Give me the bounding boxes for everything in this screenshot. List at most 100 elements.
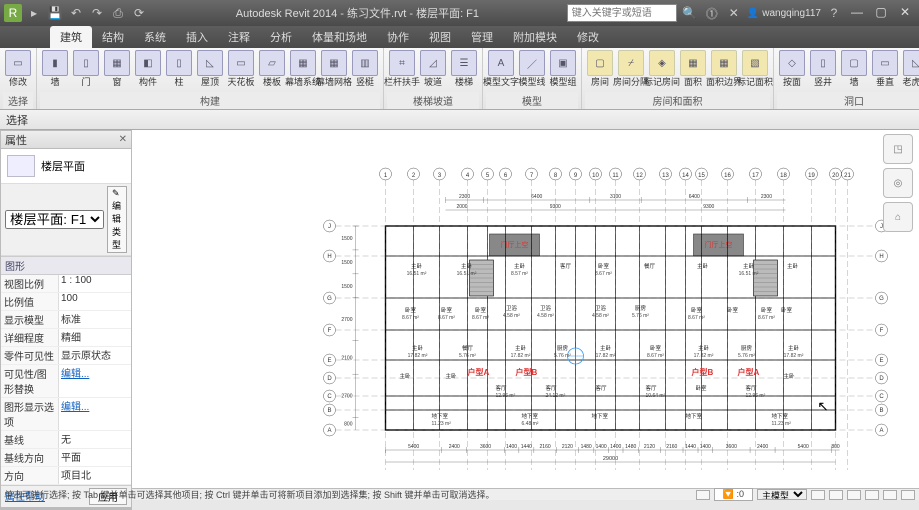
property-row: 零件可见性显示原状态	[1, 347, 131, 365]
ribbon-button[interactable]: ▧标记面积	[740, 50, 770, 87]
svg-text:G: G	[327, 296, 332, 302]
ribbon-tab-0[interactable]: 建筑	[50, 26, 92, 48]
svg-text:卫浴: 卫浴	[506, 304, 518, 312]
ribbon-button[interactable]: ▦幕墙系统	[288, 50, 318, 87]
status-icon[interactable]	[829, 490, 843, 500]
worksets-icon[interactable]	[696, 490, 710, 500]
ribbon-button[interactable]: ◺老虎窗	[901, 50, 919, 87]
ribbon-button[interactable]: ⌗栏杆扶手	[387, 50, 417, 87]
property-value[interactable]: 平面	[59, 449, 131, 466]
exchange-icon[interactable]: ✕	[725, 4, 743, 22]
close-icon[interactable]: ✕	[895, 5, 915, 21]
ribbon-button[interactable]: ◿坡道	[418, 50, 448, 87]
ribbon-button[interactable]: ▭垂直	[870, 50, 900, 87]
open-icon[interactable]: ▸	[25, 4, 43, 22]
svg-text:20: 20	[832, 173, 839, 179]
ribbon-button[interactable]: ▱楼板	[257, 50, 287, 87]
property-value[interactable]: 标准	[59, 311, 131, 328]
drawing-area[interactable]: ◳ ◎ ⌂ ↖ 门厅上空门厅上空123456789101112131415161…	[132, 130, 919, 488]
ribbon-button[interactable]: ◺屋顶	[195, 50, 225, 87]
ribbon-label: 标记面积	[737, 77, 773, 87]
search-icon[interactable]: 🔍	[681, 4, 699, 22]
property-value[interactable]: 无	[59, 431, 131, 448]
ribbon-button[interactable]: ▭天花板	[226, 50, 256, 87]
nav-home-icon[interactable]: ⌂	[883, 202, 913, 232]
status-icon[interactable]	[883, 490, 897, 500]
status-icon[interactable]	[847, 490, 861, 500]
ribbon-button[interactable]: ▯门	[71, 50, 101, 87]
floor-plan-view[interactable]: 门厅上空门厅上空12345678910111213141516171819202…	[132, 130, 919, 488]
property-value[interactable]: 显示原状态	[59, 347, 131, 364]
property-value[interactable]: 项目北	[59, 467, 131, 484]
ribbon-button[interactable]: ▯竖井	[808, 50, 838, 87]
instance-selector[interactable]: 楼层平面: F1	[5, 210, 104, 229]
svg-text:餐厅: 餐厅	[644, 262, 656, 270]
ribbon-button[interactable]: A模型文字	[486, 50, 516, 87]
property-value[interactable]: 编辑...	[59, 398, 131, 430]
ribbon-tab-11[interactable]: 修改	[567, 26, 609, 48]
ribbon-button[interactable]: ▦幕墙网格	[319, 50, 349, 87]
ribbon-button[interactable]: ▦窗	[102, 50, 132, 87]
property-value[interactable]: 精细	[59, 329, 131, 346]
ribbon-button[interactable]: ▥竖梃	[350, 50, 380, 87]
save-icon[interactable]: 💾	[46, 4, 64, 22]
ribbon-tab-1[interactable]: 结构	[92, 26, 134, 48]
ribbon-button[interactable]: ▯柱	[164, 50, 194, 87]
property-category[interactable]: 图形	[1, 256, 131, 275]
ribbon-tab-4[interactable]: 注释	[218, 26, 260, 48]
ribbon-tab-7[interactable]: 协作	[377, 26, 419, 48]
nav-wheel[interactable]: ◎	[883, 168, 913, 198]
ribbon-tab-10[interactable]: 附加模块	[503, 26, 567, 48]
ribbon-button[interactable]: ▭修改	[3, 50, 33, 87]
ribbon-panel-title: 模型	[486, 92, 578, 109]
ribbon-button[interactable]: ▦面积边界	[709, 50, 739, 87]
property-value[interactable]: 100	[59, 293, 131, 310]
ribbon-button[interactable]: ▮墙	[40, 50, 70, 87]
svg-text:1440: 1440	[685, 444, 696, 450]
active-model-select[interactable]: 主模型	[757, 489, 807, 500]
type-selector[interactable]: 楼层平面	[1, 149, 131, 184]
user-badge[interactable]: 👤wangqing117	[747, 8, 821, 19]
ribbon-button[interactable]: ▢房间	[585, 50, 615, 87]
property-row: 视图比例1 : 100	[1, 275, 131, 293]
svg-text:2160: 2160	[666, 444, 677, 450]
ribbon-tab-2[interactable]: 系统	[134, 26, 176, 48]
ribbon-button[interactable]: ◇按面	[777, 50, 807, 87]
help-icon[interactable]: ?	[825, 4, 843, 22]
svg-text:8.67 m²: 8.67 m²	[595, 271, 612, 277]
app-button[interactable]: R	[4, 4, 22, 22]
sync-icon[interactable]: ⟳	[130, 4, 148, 22]
subscribe-icon[interactable]: ⓵	[703, 4, 721, 22]
ribbon-button[interactable]: ／模型线	[517, 50, 547, 87]
maximize-icon[interactable]: ▢	[871, 5, 891, 21]
help-search-input[interactable]	[567, 4, 677, 22]
ribbon-tab-3[interactable]: 插入	[176, 26, 218, 48]
ribbon-button[interactable]: ◈标记房间	[647, 50, 677, 87]
ribbon-button[interactable]: ▣模型组	[548, 50, 578, 87]
svg-text:6400: 6400	[689, 194, 700, 200]
view-cube[interactable]: ◳	[883, 134, 913, 164]
status-icon[interactable]	[865, 490, 879, 500]
undo-icon[interactable]: ↶	[67, 4, 85, 22]
status-icon[interactable]	[901, 490, 915, 500]
print-icon[interactable]: ⎙	[109, 4, 127, 22]
ribbon-button[interactable]: ☰楼梯	[449, 50, 479, 87]
minimize-icon[interactable]: —	[847, 5, 867, 21]
filter-icon[interactable]	[811, 490, 825, 500]
ribbon-button[interactable]: ⌿房间分隔	[616, 50, 646, 87]
svg-text:17.82 m²: 17.82 m²	[511, 353, 531, 359]
ribbon-button[interactable]: ◧构件	[133, 50, 163, 87]
edit-type-button[interactable]: ✎ 编辑类型	[107, 186, 127, 253]
close-icon[interactable]: ✕	[119, 134, 127, 145]
ribbon-tab-6[interactable]: 体量和场地	[302, 26, 377, 48]
property-value[interactable]: 1 : 100	[59, 275, 131, 292]
ribbon-button[interactable]: ▢墙	[839, 50, 869, 87]
properties-header[interactable]: 属性✕	[1, 131, 131, 149]
ribbon-tab-9[interactable]: 管理	[461, 26, 503, 48]
ribbon-tab-8[interactable]: 视图	[419, 26, 461, 48]
ribbon-button[interactable]: ▦面积	[678, 50, 708, 87]
ribbon-tab-5[interactable]: 分析	[260, 26, 302, 48]
ribbon-panel-title: 楼梯坡道	[387, 92, 479, 109]
redo-icon[interactable]: ↷	[88, 4, 106, 22]
property-value[interactable]: 编辑...	[59, 365, 131, 397]
